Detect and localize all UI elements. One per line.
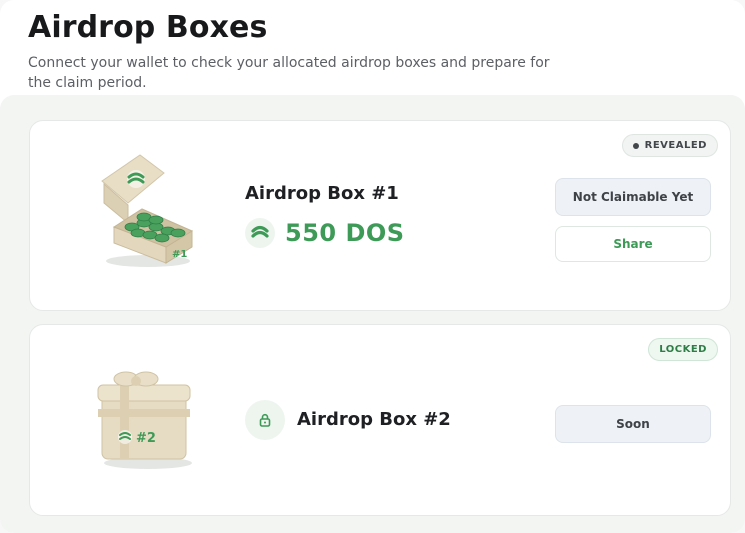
page-title: Airdrop Boxes (28, 10, 268, 45)
dos-token-icon (245, 218, 275, 248)
box-name: Airdrop Box #2 (297, 409, 451, 430)
page-subtitle: Connect your wallet to check your alloca… (28, 55, 550, 91)
status-badge-locked: LOCKED (648, 338, 718, 361)
status-badge-label: LOCKED (659, 344, 707, 355)
not-claimable-button[interactable]: Not Claimable Yet (555, 178, 711, 216)
box-name: Airdrop Box #1 (245, 183, 399, 204)
reward-amount-row: 550 DOS (245, 218, 405, 248)
lock-icon (245, 400, 285, 440)
airdrop-page: Airdrop Boxes Connect your wallet to che… (0, 0, 745, 533)
airdrop-card-2: LOCKED #2 Airdrop Box #2 Soon (29, 324, 731, 516)
reward-amount: 550 DOS (285, 219, 405, 247)
soon-button[interactable]: Soon (555, 405, 711, 443)
status-badge-label: REVEALED (644, 140, 707, 151)
airdrop-card-1: REVEALED #1 Airdrop Box #1 550 DOS Not C… (29, 120, 731, 311)
svg-text:#1: #1 (172, 249, 187, 260)
status-badge-revealed: REVEALED (621, 134, 718, 157)
status-dot-icon (632, 142, 639, 149)
svg-text:#2: #2 (136, 431, 156, 446)
share-button[interactable]: Share (555, 226, 711, 262)
gift-box-illustration: #2 (92, 365, 202, 485)
open-box-illustration: #1 (92, 151, 202, 271)
